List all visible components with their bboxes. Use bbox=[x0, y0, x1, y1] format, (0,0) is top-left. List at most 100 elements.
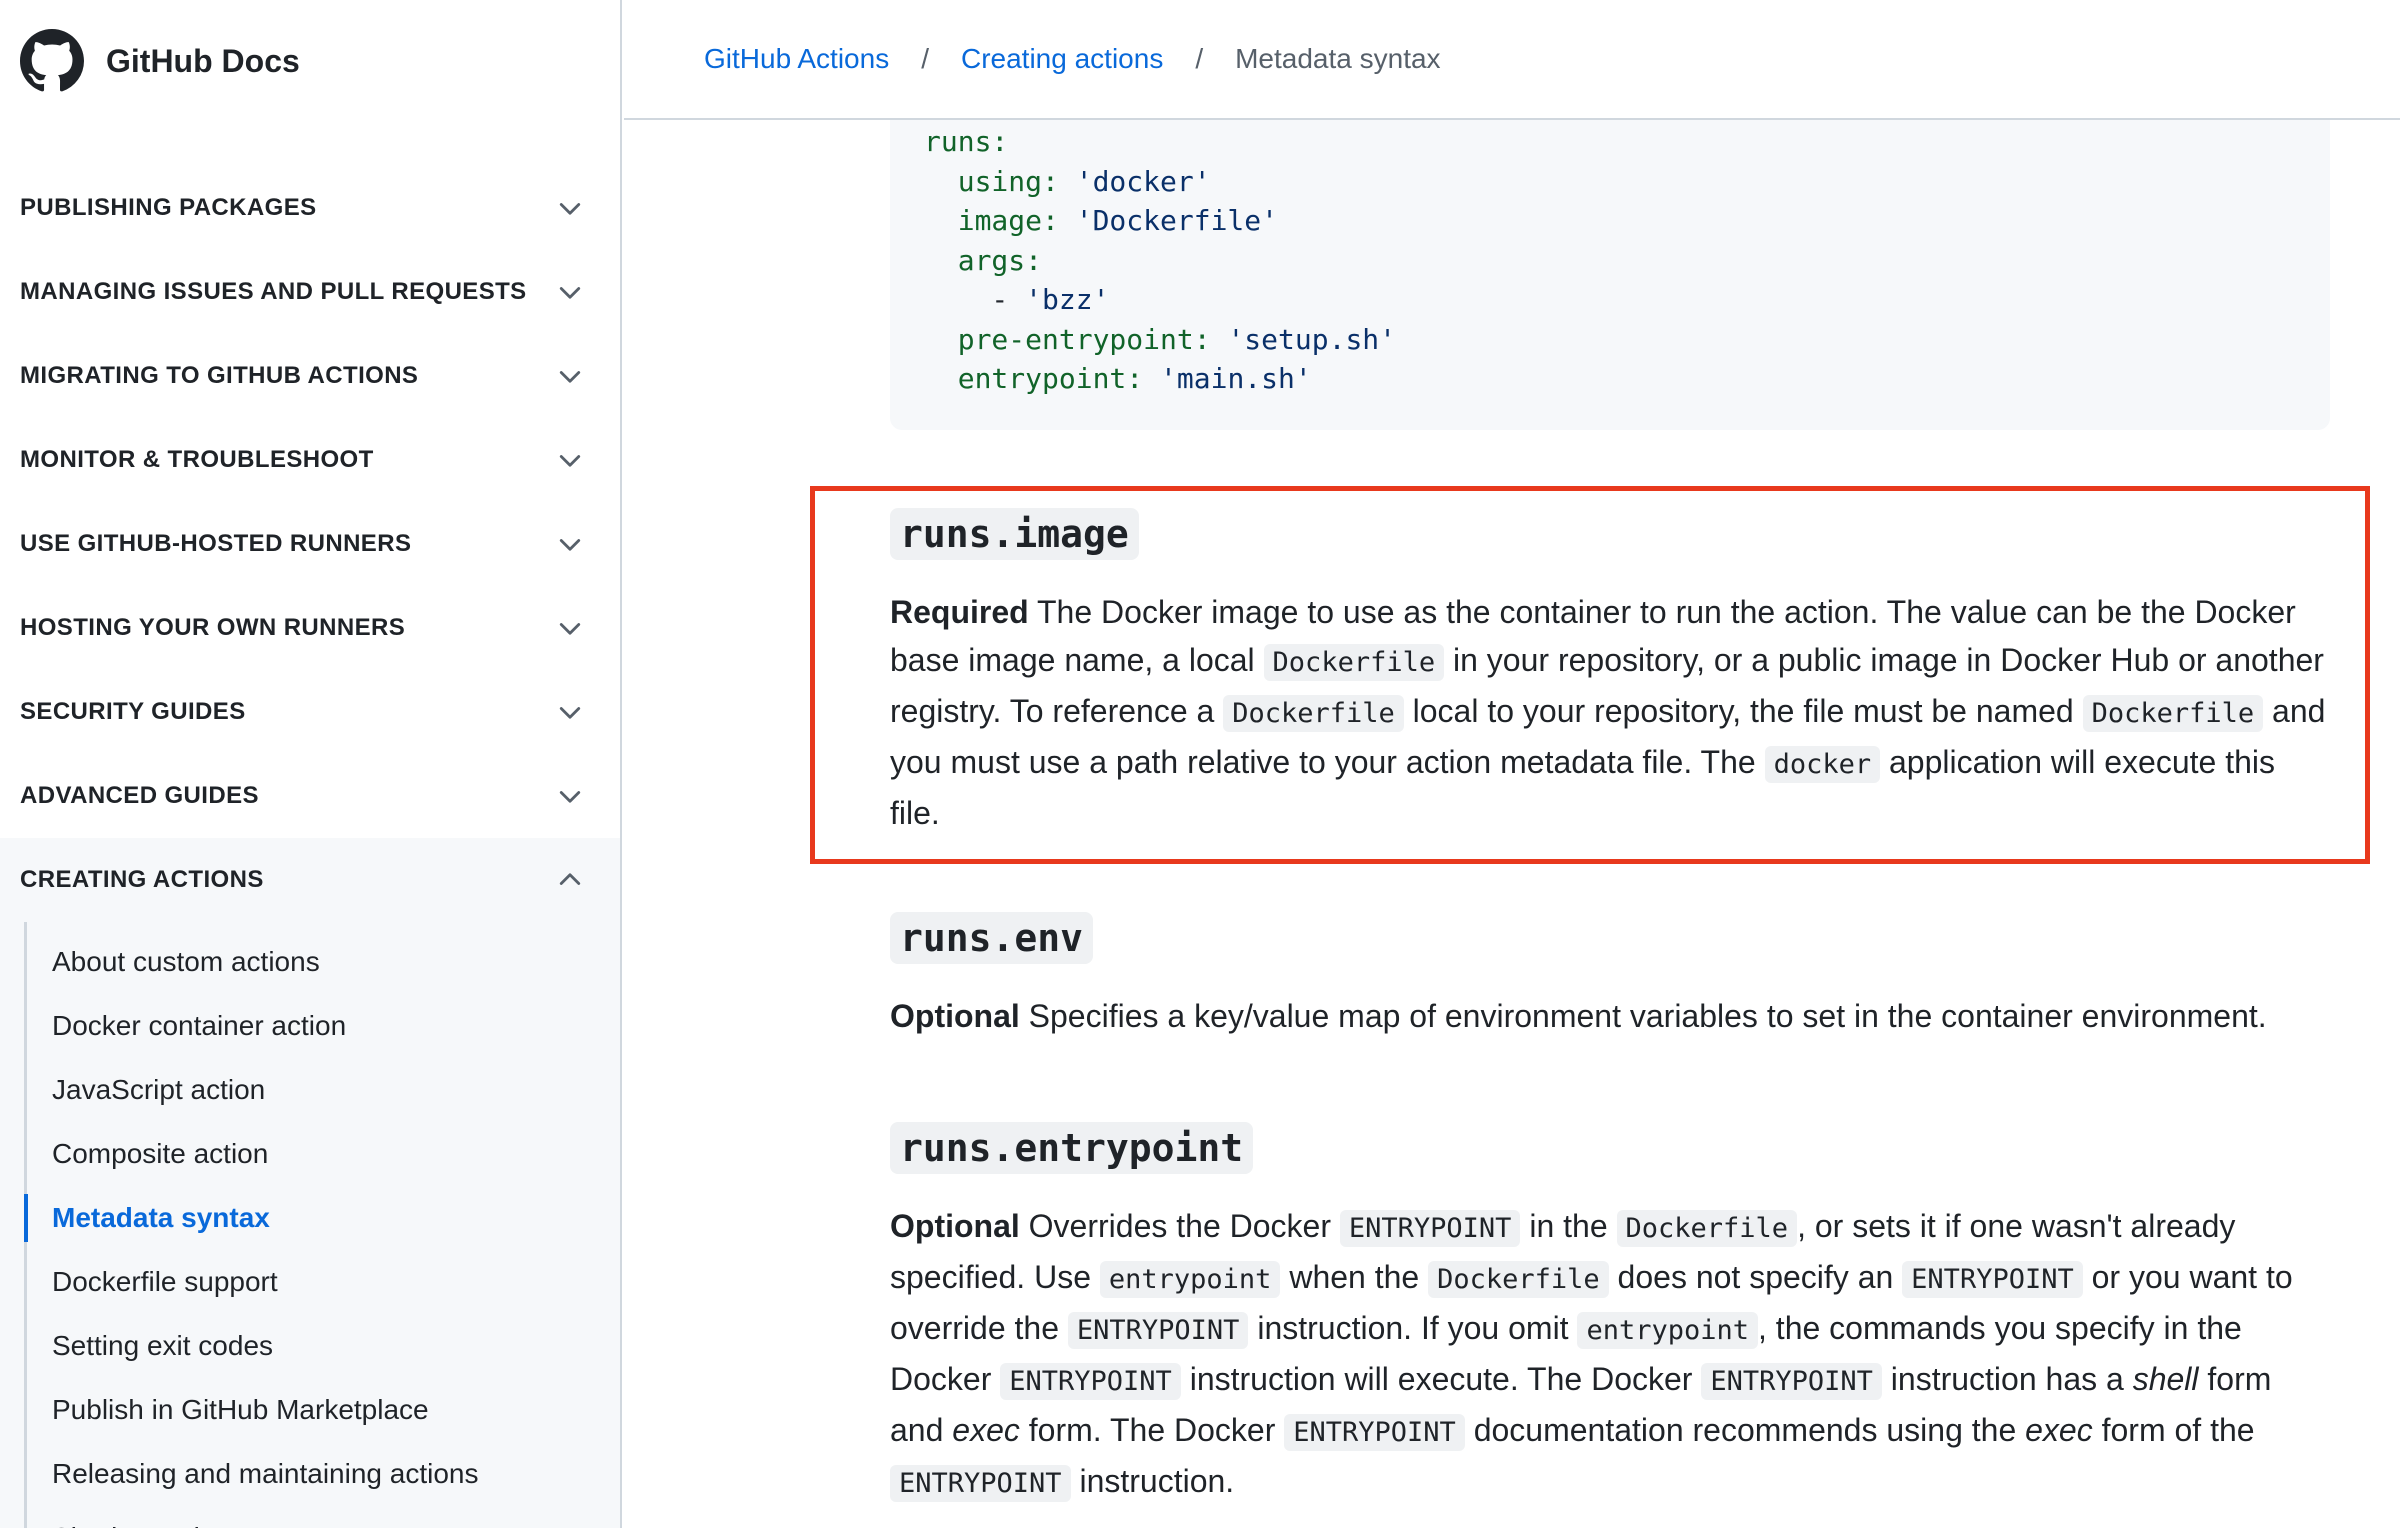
brand[interactable]: GitHub Docs bbox=[20, 26, 300, 96]
chevron-down-icon bbox=[559, 287, 581, 299]
code-token: image: bbox=[924, 204, 1076, 237]
sidebar-item-publishing-packages[interactable]: PUBLISHING PACKAGES bbox=[0, 166, 620, 250]
sidebar-item-managing-issues[interactable]: MANAGING ISSUES AND PULL REQUESTS bbox=[0, 250, 620, 334]
required-label: Required bbox=[890, 594, 1029, 630]
sidebar-nav: PUBLISHING PACKAGES MANAGING ISSUES AND … bbox=[0, 166, 620, 1528]
code-token: using: bbox=[924, 164, 1076, 198]
chevron-down-icon bbox=[559, 203, 581, 215]
sidebar-item-github-hosted-runners[interactable]: USE GITHUB-HOSTED RUNNERS bbox=[0, 502, 620, 586]
inline-code: ENTRYPOINT bbox=[1000, 1363, 1181, 1400]
chevron-down-icon bbox=[559, 707, 581, 719]
code-token: 'Dockerfile' bbox=[1075, 204, 1279, 237]
inline-code: ENTRYPOINT bbox=[1701, 1363, 1882, 1400]
chevron-down-icon bbox=[559, 455, 581, 467]
text: in the bbox=[1520, 1208, 1617, 1244]
sidebar-item-label: MANAGING ISSUES AND PULL REQUESTS bbox=[20, 278, 527, 305]
chevron-down-icon bbox=[559, 371, 581, 383]
section-heading[interactable]: runs.entrypoint bbox=[890, 1122, 1254, 1174]
code-token: runs: bbox=[924, 125, 1009, 158]
sidebar-item-label: PUBLISHING PACKAGES bbox=[20, 194, 317, 221]
breadcrumb-current: Metadata syntax bbox=[1235, 43, 1441, 74]
text: instruction will execute. The Docker bbox=[1180, 1361, 1702, 1397]
sidebar-item-own-runners[interactable]: HOSTING YOUR OWN RUNNERS bbox=[0, 586, 620, 670]
optional-label: Optional bbox=[890, 1208, 1020, 1244]
section-heading[interactable]: runs.env bbox=[890, 912, 1094, 964]
section-body: Optional Specifies a key/value map of en… bbox=[890, 992, 2330, 1040]
subnav-item-docker-container-action[interactable]: Docker container action bbox=[0, 994, 620, 1058]
code-token: pre-entrypoint: bbox=[924, 322, 1228, 356]
sidebar-item-label: SECURITY GUIDES bbox=[20, 698, 246, 725]
subnav-item-releasing-maintaining[interactable]: Releasing and maintaining actions bbox=[0, 1442, 620, 1506]
sidebar-item-migrating[interactable]: MIGRATING TO GITHUB ACTIONS bbox=[0, 334, 620, 418]
code-token: args: bbox=[924, 243, 1043, 277]
inline-code: entrypoint bbox=[1099, 1261, 1281, 1298]
inline-code: Dockerfile bbox=[2082, 695, 2264, 732]
inline-code: Dockerfile bbox=[1616, 1210, 1798, 1247]
subnav-item-sharing-actions[interactable]: Sharing actions bbox=[0, 1506, 620, 1528]
inline-code: ENTRYPOINT bbox=[1284, 1414, 1465, 1451]
code-token: 'main.sh' bbox=[1160, 362, 1312, 395]
sidebar-subnav-creating-actions: About custom actions Docker container ac… bbox=[0, 922, 620, 1528]
code-token: 'docker' bbox=[1075, 164, 1211, 198]
inline-code: ENTRYPOINT bbox=[1339, 1210, 1521, 1247]
subnav-item-setting-exit-codes[interactable]: Setting exit codes bbox=[0, 1314, 620, 1378]
inline-code: docker bbox=[1764, 746, 1881, 783]
text: instruction. If you omit bbox=[1248, 1310, 1578, 1346]
subnav-item-publish-marketplace[interactable]: Publish in GitHub Marketplace bbox=[0, 1378, 620, 1442]
inline-code: ENTRYPOINT bbox=[890, 1465, 1071, 1502]
text: form. The Docker bbox=[1019, 1412, 1285, 1448]
sidebar-item-label: HOSTING YOUR OWN RUNNERS bbox=[20, 614, 406, 641]
sidebar: GitHub Docs PUBLISHING PACKAGES MANAGING… bbox=[0, 0, 622, 1528]
breadcrumb-github-actions[interactable]: GitHub Actions bbox=[704, 43, 889, 75]
sidebar-item-security-guides[interactable]: SECURITY GUIDES bbox=[0, 670, 620, 754]
emphasis: exec bbox=[2025, 1412, 2093, 1448]
subnav-item-about-custom-actions[interactable]: About custom actions bbox=[0, 930, 620, 994]
subnav-item-metadata-syntax[interactable]: Metadata syntax bbox=[0, 1186, 620, 1250]
sidebar-item-label: MONITOR & TROUBLESHOOT bbox=[20, 446, 374, 473]
optional-label: Optional bbox=[890, 998, 1020, 1034]
text: instruction has a bbox=[1881, 1361, 2133, 1397]
sidebar-item-label: USE GITHUB-HOSTED RUNNERS bbox=[20, 530, 412, 557]
sidebar-item-label: ADVANCED GUIDES bbox=[20, 782, 259, 809]
breadcrumb-creating-actions[interactable]: Creating actions bbox=[961, 43, 1163, 75]
text: form of the bbox=[2092, 1412, 2255, 1448]
inline-code: Dockerfile bbox=[1223, 695, 1404, 732]
breadcrumb-separator: / bbox=[1195, 43, 1204, 74]
sidebar-item-monitor[interactable]: MONITOR & TROUBLESHOOT bbox=[0, 418, 620, 502]
text: Specifies a key/value map of environment… bbox=[1019, 998, 2267, 1034]
inline-code: Dockerfile bbox=[1428, 1261, 1609, 1298]
subnav-item-javascript-action[interactable]: JavaScript action bbox=[0, 1058, 620, 1122]
text: local to your repository, the file must … bbox=[1403, 693, 2083, 729]
breadcrumb-separator: / bbox=[921, 43, 929, 74]
text: when the bbox=[1280, 1259, 1429, 1295]
text: documentation recommends using the bbox=[1464, 1412, 2026, 1448]
inline-code: ENTRYPOINT bbox=[1067, 1312, 1249, 1349]
section-heading[interactable]: runs.image bbox=[890, 508, 1139, 560]
emphasis: exec bbox=[952, 1412, 1020, 1448]
section-runs-env: runs.env Optional Specifies a key/value … bbox=[890, 912, 2330, 1040]
subnav-item-composite-action[interactable]: Composite action bbox=[0, 1122, 620, 1186]
section-body: Optional Overrides the Docker ENTRYPOINT… bbox=[890, 1202, 2330, 1508]
section-body: Required The Docker image to use as the … bbox=[890, 588, 2330, 837]
subnav-item-dockerfile-support[interactable]: Dockerfile support bbox=[0, 1250, 620, 1314]
chevron-down-icon bbox=[559, 623, 581, 635]
brand-title: GitHub Docs bbox=[106, 42, 300, 79]
code-token: 'bzz' bbox=[1025, 283, 1110, 316]
breadcrumb: GitHub Actions / Creating actions / Meta… bbox=[624, 0, 2400, 120]
chevron-up-icon bbox=[559, 873, 581, 885]
sidebar-item-creating-actions[interactable]: CREATING ACTIONS bbox=[0, 838, 620, 922]
code-token: entrypoint: bbox=[924, 362, 1161, 395]
code-text: runs: using: 'docker' image: 'Dockerfile… bbox=[924, 122, 2330, 399]
sidebar-item-advanced-guides[interactable]: ADVANCED GUIDES bbox=[0, 754, 620, 838]
emphasis: shell bbox=[2132, 1361, 2199, 1397]
text: does not specify an bbox=[1608, 1259, 1903, 1295]
code-token: 'setup.sh' bbox=[1227, 322, 1397, 356]
chevron-down-icon bbox=[559, 791, 581, 803]
sidebar-item-label: CREATING ACTIONS bbox=[20, 866, 264, 893]
github-octocat-icon bbox=[20, 29, 84, 92]
code-block[interactable]: runs: using: 'docker' image: 'Dockerfile… bbox=[890, 110, 2330, 430]
section-runs-entrypoint: runs.entrypoint Optional Overrides the D… bbox=[890, 1122, 2330, 1508]
text: Overrides the Docker bbox=[1019, 1208, 1340, 1244]
section-runs-image: runs.image Required The Docker image to … bbox=[890, 508, 2330, 837]
code-token: - bbox=[924, 283, 1026, 316]
